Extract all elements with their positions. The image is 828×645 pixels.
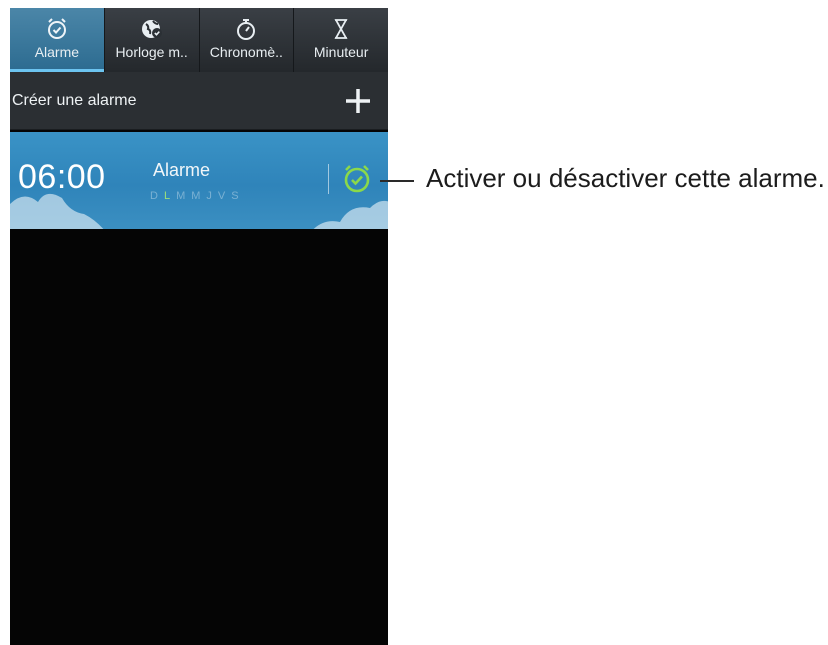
day-label: M — [176, 190, 186, 202]
tab-alarme-label: Alarme — [34, 44, 80, 60]
callout-text: Activer ou désactiver cette alarme. — [426, 163, 825, 193]
hourglass-icon — [329, 16, 353, 42]
callout-line — [380, 180, 414, 182]
tab-chronometre[interactable]: Chronomè.. — [200, 8, 295, 72]
day-label: J — [206, 190, 212, 202]
plus-icon[interactable] — [342, 85, 374, 117]
world-clock-icon — [140, 16, 164, 42]
alarm-days: D L M M J V S — [150, 190, 239, 202]
tab-minuteur-label: Minuteur — [313, 44, 369, 60]
divider — [328, 164, 329, 194]
day-label-active: L — [163, 190, 171, 202]
alarm-item[interactable]: 06:00 Alarme D L M M J V S — [10, 132, 388, 229]
alarm-clock-icon — [45, 16, 69, 42]
tab-chronometre-label: Chronomè.. — [209, 44, 283, 60]
create-alarm-row[interactable]: Créer une alarme — [10, 72, 388, 130]
day-label: D — [150, 190, 158, 202]
alarm-name: Alarme — [153, 160, 211, 180]
tab-minuteur[interactable]: Minuteur — [294, 8, 388, 72]
create-alarm-label: Créer une alarme — [12, 91, 137, 109]
stopwatch-icon — [234, 16, 258, 42]
alarm-time: 06:00 — [18, 158, 106, 196]
phone-screen: Alarme Horloge m.. Chronomè.. Minuteur C… — [10, 8, 388, 645]
day-label: M — [191, 190, 201, 202]
tab-bar: Alarme Horloge m.. Chronomè.. Minuteur — [10, 8, 388, 72]
tab-horloge-mondiale[interactable]: Horloge m.. — [105, 8, 200, 72]
day-label: V — [217, 190, 226, 202]
day-label: S — [231, 190, 239, 202]
alarm-toggle-icon[interactable] — [340, 162, 374, 196]
tab-alarme[interactable]: Alarme — [10, 8, 105, 72]
tab-horloge-label: Horloge m.. — [115, 44, 188, 60]
